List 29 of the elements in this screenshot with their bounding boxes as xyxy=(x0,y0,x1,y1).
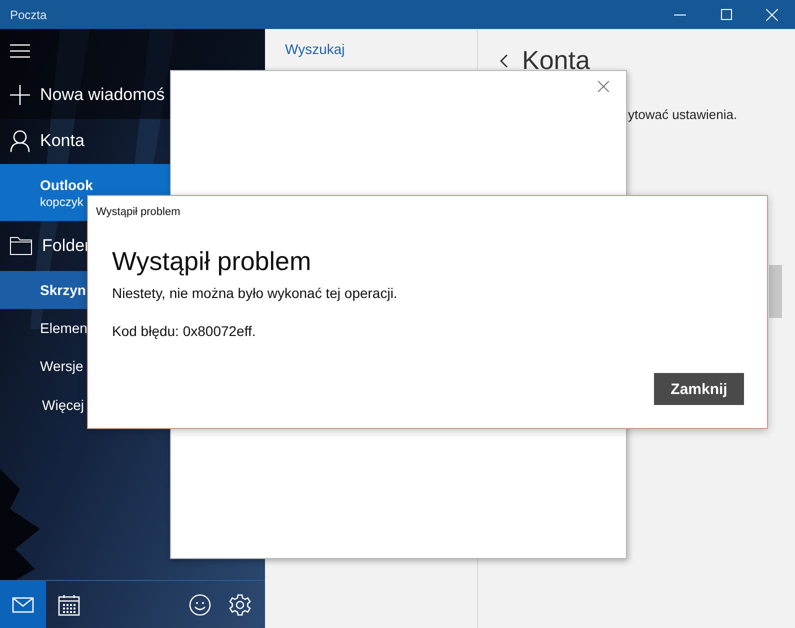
dialog-title: Wystąpił problem xyxy=(96,206,180,218)
person-icon xyxy=(10,130,30,152)
minimize-icon xyxy=(674,14,686,16)
mail-icon xyxy=(12,596,34,612)
smiley-icon xyxy=(189,594,211,616)
dialog-heading: Wystąpił problem xyxy=(112,246,312,277)
back-icon[interactable] xyxy=(500,54,508,68)
plus-icon xyxy=(10,85,30,105)
pane-text: ytować ustawienia. xyxy=(628,107,738,122)
more-link[interactable]: Więcej xyxy=(0,385,84,425)
close-icon[interactable] xyxy=(598,81,609,92)
search-link[interactable]: Wyszukaj xyxy=(285,41,345,57)
account-name: Outlook xyxy=(40,176,94,192)
folders-heading[interactable]: Folder xyxy=(0,221,90,271)
close-icon xyxy=(766,8,778,20)
accounts-heading[interactable]: Konta xyxy=(0,118,84,164)
settings-icon xyxy=(229,594,251,616)
folder-icon xyxy=(10,237,32,255)
account-email: kopczyk xyxy=(40,194,84,208)
menu-icon[interactable] xyxy=(10,44,30,58)
error-code: Kod błędu: 0x80072eff. xyxy=(112,323,256,339)
pane-title: Konta xyxy=(522,45,590,76)
dialog-message: Niestety, nie można było wykonać tej operacji. xyxy=(112,285,398,301)
mail-button[interactable] xyxy=(0,581,46,628)
close-dialog-button[interactable]: Zamknij xyxy=(654,373,744,405)
window-title: Poczta xyxy=(10,8,48,22)
scroll-thumb xyxy=(769,265,782,318)
maximize-icon xyxy=(720,9,732,20)
calendar-icon xyxy=(58,594,80,616)
